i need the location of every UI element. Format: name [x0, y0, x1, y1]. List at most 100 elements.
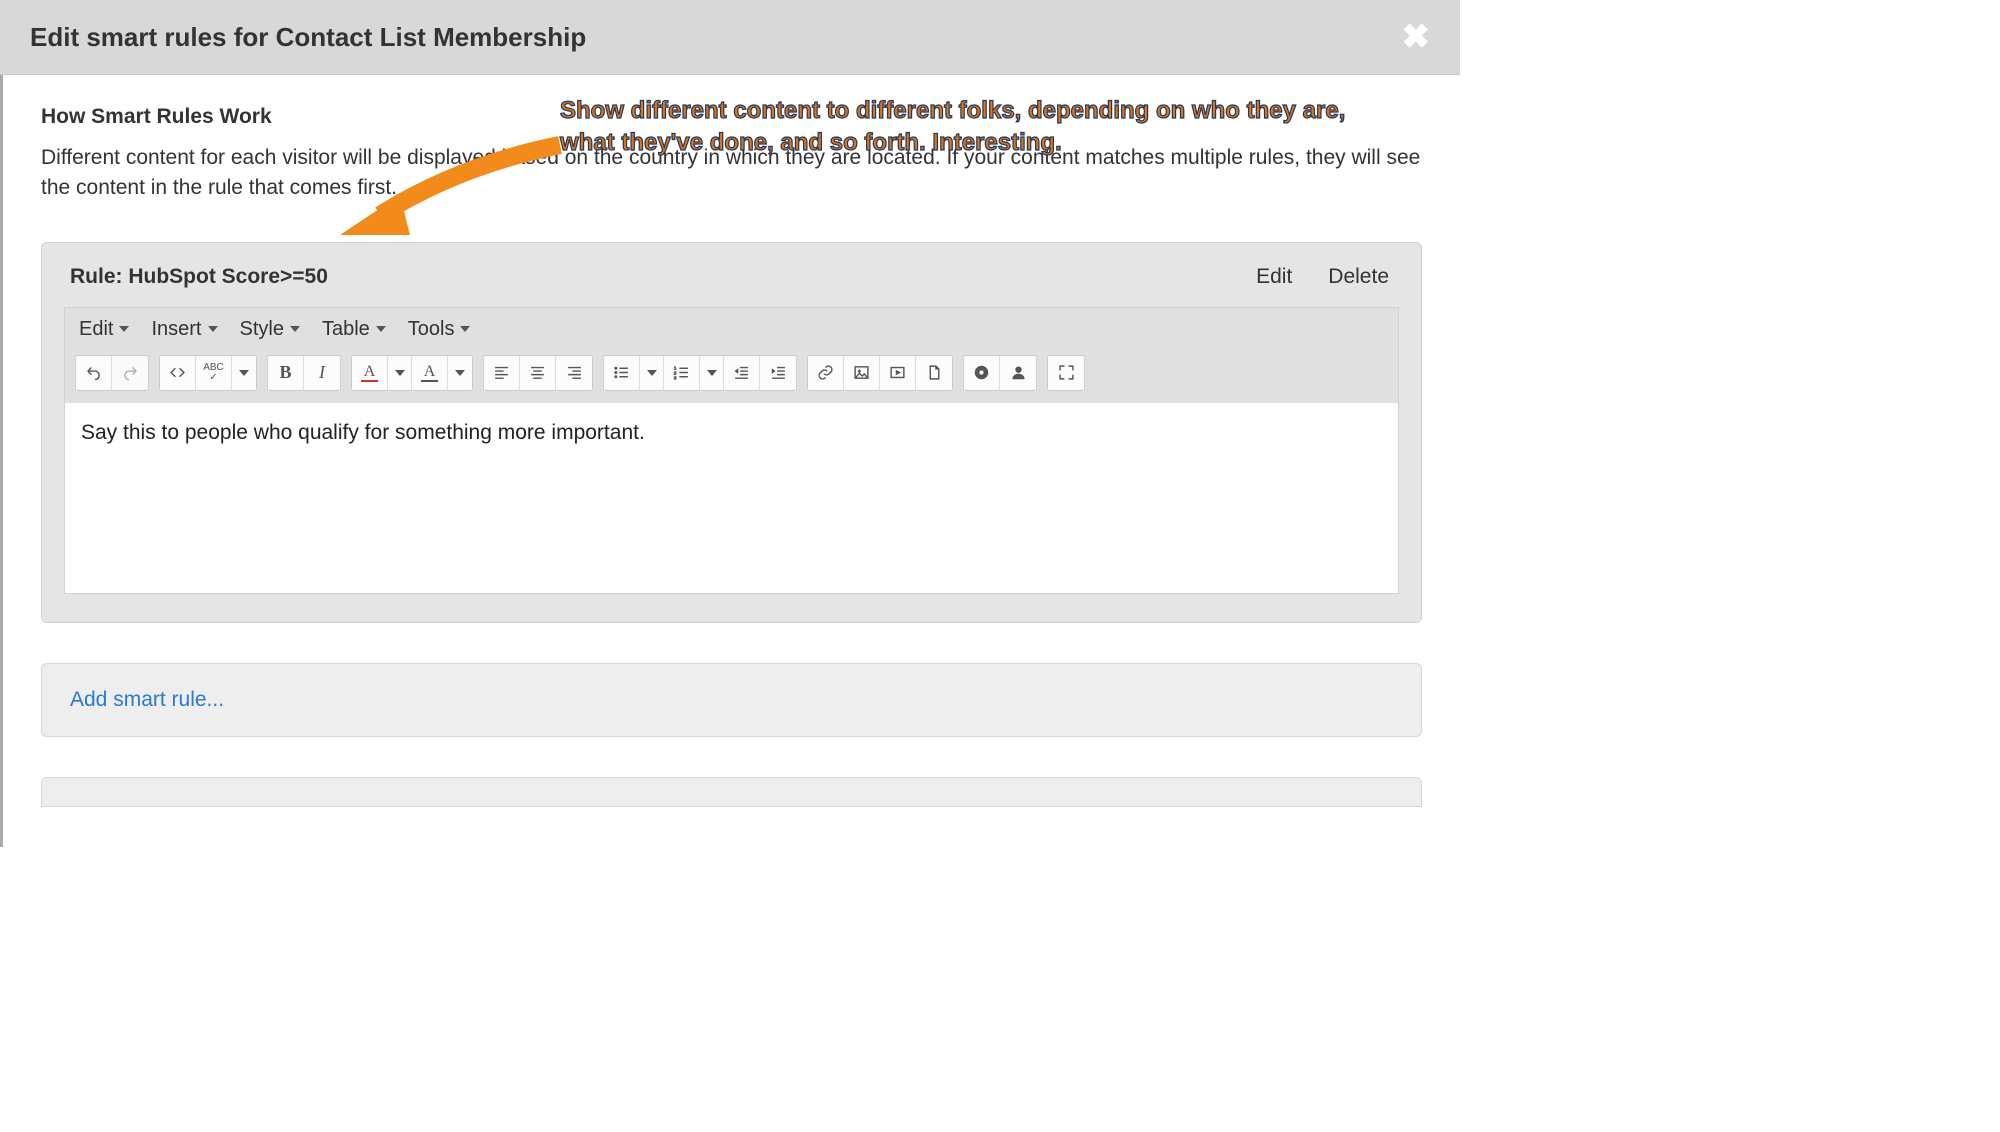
source-code-button[interactable]: [160, 356, 196, 390]
add-smart-rule-button[interactable]: Add smart rule...: [70, 688, 224, 711]
toolbar-group-view: [1047, 355, 1085, 391]
fullscreen-icon: [1058, 364, 1075, 381]
chevron-down-icon: [208, 326, 218, 332]
cta-button[interactable]: [964, 356, 1000, 390]
menu-insert-label: Insert: [151, 318, 201, 341]
file-icon: [926, 364, 943, 381]
chevron-down-icon: [239, 370, 249, 376]
menu-tools-label: Tools: [408, 318, 455, 341]
close-icon[interactable]: ✖: [1402, 20, 1431, 54]
insert-link-button[interactable]: [808, 356, 844, 390]
bullet-list-icon: [613, 364, 630, 381]
rule-title: Rule: HubSpot Score>=50: [70, 265, 328, 289]
undo-icon: [85, 364, 102, 381]
align-left-icon: [493, 364, 510, 381]
chevron-down-icon: [395, 370, 405, 376]
align-right-button[interactable]: [556, 356, 592, 390]
spellcheck-button[interactable]: ABC✓: [196, 356, 232, 390]
modal-header: Edit smart rules for Contact List Member…: [0, 0, 1460, 75]
chevron-down-icon: [119, 326, 129, 332]
italic-button[interactable]: I: [304, 356, 340, 390]
editor-menubar: Edit Insert Style Table Tools: [65, 308, 1398, 355]
italic-icon: I: [319, 362, 325, 383]
modal-title: Edit smart rules for Contact List Member…: [30, 22, 586, 53]
indent-button[interactable]: [760, 356, 796, 390]
background-color-button[interactable]: A: [412, 356, 448, 390]
outdent-icon: [733, 364, 750, 381]
rule-delete-button[interactable]: Delete: [1328, 265, 1389, 289]
numbered-list-dropdown[interactable]: [700, 356, 724, 390]
background-color-icon: A: [421, 364, 439, 382]
chevron-down-icon: [290, 326, 300, 332]
undo-button[interactable]: [76, 356, 112, 390]
add-rule-panel: Add smart rule...: [41, 663, 1422, 737]
insert-video-button[interactable]: [880, 356, 916, 390]
bold-icon: B: [279, 362, 291, 383]
insert-image-button[interactable]: [844, 356, 880, 390]
rule-panel: Rule: HubSpot Score>=50 Edit Delete Edit…: [41, 242, 1422, 623]
default-content-panel: [41, 777, 1422, 807]
spellcheck-icon: ABC✓: [203, 363, 224, 383]
numbered-list-button[interactable]: 123: [664, 356, 700, 390]
toolbar-group-source: ABC✓: [159, 355, 257, 391]
menu-tools[interactable]: Tools: [408, 318, 471, 341]
toolbar-group-format: B I: [267, 355, 341, 391]
align-center-button[interactable]: [520, 356, 556, 390]
personalize-button[interactable]: [1000, 356, 1036, 390]
rule-header: Rule: HubSpot Score>=50 Edit Delete: [70, 265, 1399, 289]
link-icon: [817, 364, 834, 381]
toolbar-group-insert: [807, 355, 953, 391]
editor-toolbar: ABC✓ B I A A: [65, 355, 1398, 403]
chevron-down-icon: [455, 370, 465, 376]
text-color-button[interactable]: A: [352, 356, 388, 390]
menu-style-label: Style: [240, 318, 284, 341]
text-color-icon: A: [361, 364, 379, 382]
text-color-dropdown[interactable]: [388, 356, 412, 390]
chevron-down-icon: [647, 370, 657, 376]
background-color-dropdown[interactable]: [448, 356, 472, 390]
redo-button[interactable]: [112, 356, 148, 390]
bullet-list-dropdown[interactable]: [640, 356, 664, 390]
editor-content[interactable]: Say this to people who qualify for somet…: [65, 403, 1398, 593]
bold-button[interactable]: B: [268, 356, 304, 390]
source-code-icon: [169, 364, 186, 381]
source-dropdown[interactable]: [232, 356, 256, 390]
svg-text:2: 2: [674, 371, 677, 377]
howworks-heading: How Smart Rules Work: [41, 105, 1422, 129]
align-left-button[interactable]: [484, 356, 520, 390]
toolbar-group-list: 123: [603, 355, 797, 391]
menu-insert[interactable]: Insert: [151, 318, 217, 341]
user-icon: [1010, 364, 1027, 381]
redo-icon: [122, 364, 139, 381]
menu-table[interactable]: Table: [322, 318, 386, 341]
svg-text:3: 3: [674, 376, 677, 381]
rule-edit-button[interactable]: Edit: [1256, 265, 1292, 289]
insert-file-button[interactable]: [916, 356, 952, 390]
menu-style[interactable]: Style: [240, 318, 300, 341]
chevron-down-icon: [376, 326, 386, 332]
toolbar-group-misc: [963, 355, 1037, 391]
indent-icon: [770, 364, 787, 381]
fullscreen-button[interactable]: [1048, 356, 1084, 390]
video-icon: [889, 364, 906, 381]
rich-text-editor: Edit Insert Style Table Tools ABC✓ B: [64, 307, 1399, 594]
menu-table-label: Table: [322, 318, 370, 341]
modal-body: How Smart Rules Work Different content f…: [0, 75, 1460, 847]
menu-edit[interactable]: Edit: [79, 318, 129, 341]
chevron-down-icon: [460, 326, 470, 332]
outdent-button[interactable]: [724, 356, 760, 390]
image-icon: [853, 364, 870, 381]
numbered-list-icon: 123: [673, 364, 690, 381]
align-center-icon: [529, 364, 546, 381]
rule-actions: Edit Delete: [1256, 265, 1389, 289]
gear-icon: [973, 364, 990, 381]
align-right-icon: [566, 364, 583, 381]
menu-edit-label: Edit: [79, 318, 113, 341]
svg-text:1: 1: [674, 366, 677, 372]
chevron-down-icon: [707, 370, 717, 376]
toolbar-group-color: A A: [351, 355, 473, 391]
toolbar-group-history: [75, 355, 149, 391]
howworks-description: Different content for each visitor will …: [41, 143, 1422, 204]
bullet-list-button[interactable]: [604, 356, 640, 390]
toolbar-group-align: [483, 355, 593, 391]
